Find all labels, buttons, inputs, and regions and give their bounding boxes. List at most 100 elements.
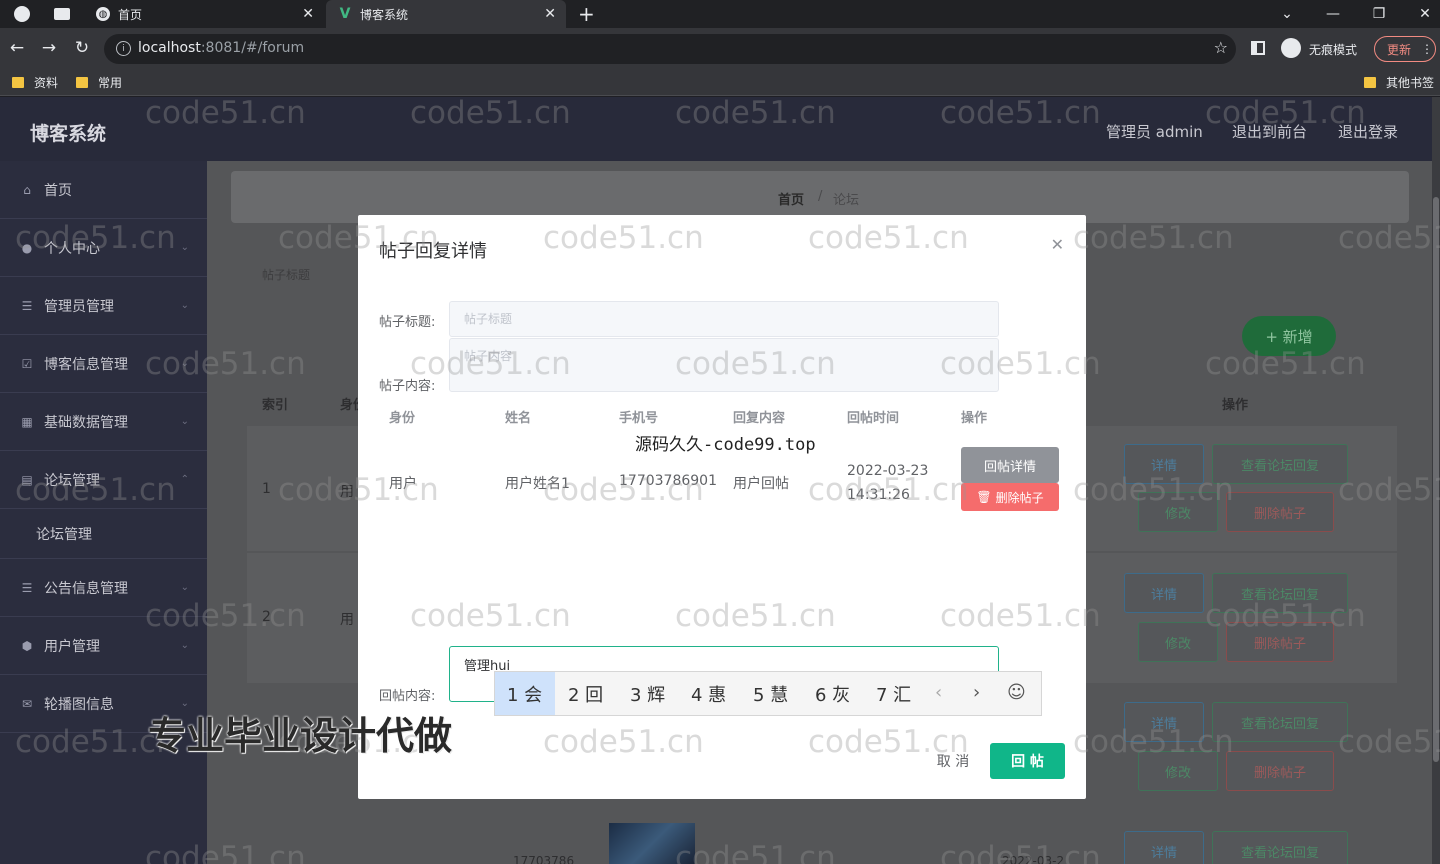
detail-button[interactable]: 详情 (1124, 444, 1204, 484)
detail-button[interactable]: 详情 (1124, 573, 1204, 613)
address-bar[interactable]: i localhost:8081/#/forum ☆ (104, 34, 1236, 64)
ime-candidate[interactable]: 2 回 (568, 672, 603, 715)
column-header-actions: 操作 (1222, 398, 1249, 413)
column-header-index: 索引 (262, 398, 289, 413)
new-tab-button[interactable]: + (578, 2, 595, 26)
ime-candidate[interactable]: 1 会 (495, 672, 555, 715)
ime-candidate[interactable]: 7 汇 (876, 672, 911, 715)
delete-button[interactable]: 删除帖子 (1226, 622, 1334, 662)
minimize-icon[interactable]: — (1310, 0, 1356, 28)
source-watermark: 源码久久-code99.top (635, 435, 816, 455)
reply-detail-button[interactable]: 回帖详情 (961, 447, 1059, 483)
trash-icon: 🗑 (976, 490, 992, 504)
delete-button[interactable]: 删除帖子 (1226, 751, 1334, 791)
back-to-front-link[interactable]: 退出到前台 (1232, 121, 1307, 142)
avatar (609, 823, 695, 864)
delete-post-button[interactable]: 🗑 删除帖子 (961, 483, 1059, 511)
globe-icon: ◍ (96, 7, 110, 21)
column-header: 回帖时间 (847, 411, 900, 426)
user-icon: ● (21, 240, 33, 255)
ime-candidate[interactable]: 3 辉 (630, 672, 665, 715)
emoji-icon[interactable]: ☺ (1007, 682, 1026, 703)
browser-profile-icon[interactable] (14, 6, 30, 22)
logout-link[interactable]: 退出登录 (1338, 121, 1398, 142)
close-tab-icon[interactable]: ✕ (302, 6, 314, 22)
cancel-button[interactable]: 取 消 (915, 743, 991, 779)
bookmark-folder[interactable]: 常用 (76, 74, 122, 91)
reading-mode-icon[interactable] (1251, 41, 1265, 55)
restore-icon[interactable]: ❐ (1356, 0, 1402, 28)
tab-blog[interactable]: V 博客系统 ✕ (326, 0, 566, 28)
reply-submit-button[interactable]: 回 帖 (990, 743, 1065, 779)
view-reply-button[interactable]: 查看论坛回复 (1212, 702, 1348, 742)
sidebar-item-basedata[interactable]: ▦ 基础数据管理 ⌄ (0, 393, 207, 451)
edit-button[interactable]: 修改 (1138, 622, 1218, 662)
tab-search-icon[interactable] (54, 8, 70, 20)
mail-icon: ✉ (21, 696, 33, 711)
bookmarks-bar: 资料 常用 其他书签 (0, 68, 1440, 96)
sidebar-item-admins[interactable]: ☰ 管理员管理 ⌄ (0, 277, 207, 335)
edit-button[interactable]: 修改 (1138, 751, 1218, 791)
close-icon[interactable]: ✕ (1051, 235, 1064, 254)
content-label: 帖子内容: (379, 379, 436, 394)
app-header: 博客系统 管理员 admin 退出到前台 退出登录 (0, 97, 1440, 161)
tab-home[interactable]: ◍ 首页 ✕ (84, 0, 324, 28)
edit-button[interactable]: 修改 (1138, 492, 1218, 532)
sidebar-item-notice[interactable]: ☰ 公告信息管理 ⌄ (0, 559, 207, 617)
row-phone: 17703786 (513, 854, 575, 864)
list-icon: ☰ (21, 580, 33, 595)
column-header: 手机号 (619, 411, 659, 426)
sidebar-item-home[interactable]: ⌂ 首页 (0, 161, 207, 219)
url-text[interactable]: localhost:8081/#/forum (138, 40, 304, 56)
tab-title: 首页 (118, 7, 143, 22)
post-title-field[interactable]: 帖子标题 (449, 301, 999, 337)
home-icon: ⌂ (23, 182, 31, 197)
ime-candidate-bar: 1 会 2 回 3 辉 4 惠 5 慧 6 灰 7 汇 ‹ › ☺ (494, 671, 1042, 716)
sidebar-item-users[interactable]: ⬢ 用户管理 ⌄ (0, 617, 207, 675)
detail-button[interactable]: 详情 (1124, 831, 1204, 864)
row-name: 用 (340, 484, 354, 500)
tab-list-icon[interactable]: ⌄ (1264, 0, 1310, 28)
list-icon: ☰ (21, 298, 33, 313)
back-icon[interactable]: ← (6, 37, 28, 59)
delete-button[interactable]: 删除帖子 (1226, 492, 1334, 532)
view-reply-button[interactable]: 查看论坛回复 (1212, 573, 1348, 613)
forward-icon[interactable]: → (38, 37, 60, 59)
close-tab-icon[interactable]: ✕ (544, 6, 556, 22)
sidebar-item-blog[interactable]: ☑ 博客信息管理 ⌄ (0, 335, 207, 393)
column-header: 身份 (389, 411, 416, 426)
browser-tabstrip: ◍ 首页 ✕ V 博客系统 ✕ + ⌄ — ❐ ✕ (0, 0, 1440, 28)
update-button[interactable]: 更新 ⋮ (1374, 36, 1436, 62)
chevron-right-icon[interactable]: › (973, 682, 980, 703)
view-reply-button[interactable]: 查看论坛回复 (1212, 444, 1348, 484)
breadcrumb-home[interactable]: 首页 (778, 189, 804, 208)
detail-button[interactable]: 详情 (1124, 702, 1204, 742)
sidebar-item-profile[interactable]: ● 个人中心 ⌄ (0, 219, 207, 277)
sidebar-item-forum[interactable]: ▤ 论坛管理 ⌃ (0, 451, 207, 509)
bookmark-star-icon[interactable]: ☆ (1214, 38, 1228, 57)
page-scrollbar[interactable] (1432, 97, 1440, 864)
ime-candidate[interactable]: 4 惠 (691, 672, 726, 715)
sidebar-subitem-forum[interactable]: 论坛管理 (0, 509, 207, 559)
check-icon: ☑ (21, 356, 33, 371)
view-reply-button[interactable]: 查看论坛回复 (1212, 831, 1348, 864)
bookmark-folder[interactable]: 资料 (12, 74, 58, 91)
grid-icon: ▦ (21, 414, 33, 429)
reply-content: 用户回帖 (733, 476, 789, 492)
table-icon: ▤ (21, 472, 33, 487)
column-header: 回复内容 (733, 411, 786, 426)
ime-candidate[interactable]: 5 慧 (753, 672, 788, 715)
tab-title: 博客系统 (360, 7, 409, 22)
add-button[interactable]: + 新增 (1242, 316, 1336, 356)
folder-icon (76, 77, 88, 88)
window-close-icon[interactable]: ✕ (1402, 0, 1440, 28)
column-header: 姓名 (505, 411, 532, 426)
chevron-left-icon[interactable]: ‹ (935, 682, 942, 703)
ime-candidate[interactable]: 6 灰 (815, 672, 850, 715)
scrollbar-thumb[interactable] (1433, 197, 1439, 762)
breadcrumb-current: 论坛 (833, 193, 860, 208)
info-icon[interactable]: i (116, 41, 131, 56)
other-bookmarks[interactable]: 其他书签 (1364, 74, 1434, 91)
reload-icon[interactable]: ↻ (71, 37, 93, 59)
post-content-field[interactable]: 帖子内容 (449, 338, 999, 392)
